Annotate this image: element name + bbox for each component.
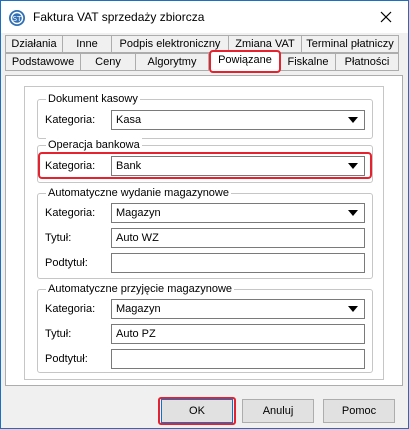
pz-kategoria-combo[interactable]: Magazyn	[111, 299, 365, 319]
pz-tytul-input[interactable]: Auto PZ	[111, 324, 365, 344]
bank-row-highlight	[38, 152, 372, 179]
close-icon	[380, 11, 392, 23]
dialog-window: ST Faktura VAT sprzedaży zbiorcza Działa…	[0, 0, 409, 429]
wz-tytul-input[interactable]: Auto WZ	[111, 228, 365, 248]
pz-kategoria-label: Kategoria:	[45, 303, 96, 315]
kasa-kategoria-combo[interactable]: Kasa	[111, 110, 365, 130]
tab-powiazane[interactable]: Powiązane	[209, 50, 281, 73]
ok-button[interactable]: OK	[161, 399, 233, 423]
wz-kategoria-label: Kategoria:	[45, 207, 96, 219]
combo-value: Magazyn	[116, 303, 161, 315]
combo-value: Kasa	[116, 114, 142, 126]
pz-podtytul-label: Podtytuł:	[45, 353, 88, 365]
wz-kategoria-combo[interactable]: Magazyn	[111, 203, 365, 223]
tab-algorytmy[interactable]: Algorytmy	[135, 53, 209, 71]
group-title: Automatyczne wydanie magazynowe	[46, 186, 231, 200]
group-title: Automatyczne przyjęcie magazynowe	[46, 282, 235, 296]
tab-podstawowe[interactable]: Podstawowe	[5, 53, 81, 71]
tab-strip: Działania Inne Podpis elektroniczny Zmia…	[5, 35, 404, 75]
group-title: Operacja bankowa	[46, 138, 142, 152]
chevron-down-icon	[348, 117, 358, 123]
wz-podtytul-label: Podtytuł:	[45, 257, 88, 269]
input-value: Auto PZ	[116, 328, 156, 340]
tab-panel-powiazane: Dokument kasowy Kategoria: Kasa Operacja…	[5, 75, 403, 386]
svg-text:ST: ST	[13, 15, 22, 23]
inner-frame: Dokument kasowy Kategoria: Kasa Operacja…	[24, 86, 384, 380]
group-przyjecie-magazynowe: Automatyczne przyjęcie magazynowe Katego…	[37, 282, 373, 373]
close-button[interactable]	[364, 1, 408, 33]
chevron-down-icon	[348, 210, 358, 216]
combo-value: Magazyn	[116, 207, 161, 219]
tab-platnosci[interactable]: Płatności	[335, 53, 399, 71]
title-bar[interactable]: ST Faktura VAT sprzedaży zbiorcza	[1, 1, 408, 33]
tab-inne[interactable]: Inne	[62, 35, 112, 53]
wz-tytul-label: Tytuł:	[45, 232, 72, 244]
input-value: Auto WZ	[116, 232, 159, 244]
tab-fiskalne[interactable]: Fiskalne	[280, 53, 336, 71]
group-wydanie-magazynowe: Automatyczne wydanie magazynowe Kategori…	[37, 186, 373, 279]
group-title: Dokument kasowy	[46, 92, 140, 106]
cancel-button[interactable]: Anuluj	[242, 399, 314, 423]
wz-podtytul-input[interactable]	[111, 253, 365, 273]
help-button[interactable]: Pomoc	[323, 399, 395, 423]
group-dokument-kasowy: Dokument kasowy Kategoria: Kasa	[37, 92, 373, 139]
tab-ceny[interactable]: Ceny	[80, 53, 136, 71]
window-title: Faktura VAT sprzedaży zbiorcza	[33, 10, 205, 24]
tab-dzialania[interactable]: Działania	[5, 35, 63, 53]
tab-terminal-platniczy[interactable]: Terminal płatniczy	[301, 35, 399, 53]
chevron-down-icon	[348, 306, 358, 312]
invoice-app-icon: ST	[8, 9, 26, 27]
pz-podtytul-input[interactable]	[111, 349, 365, 369]
kasa-kategoria-label: Kategoria:	[45, 114, 96, 126]
pz-tytul-label: Tytuł:	[45, 328, 72, 340]
